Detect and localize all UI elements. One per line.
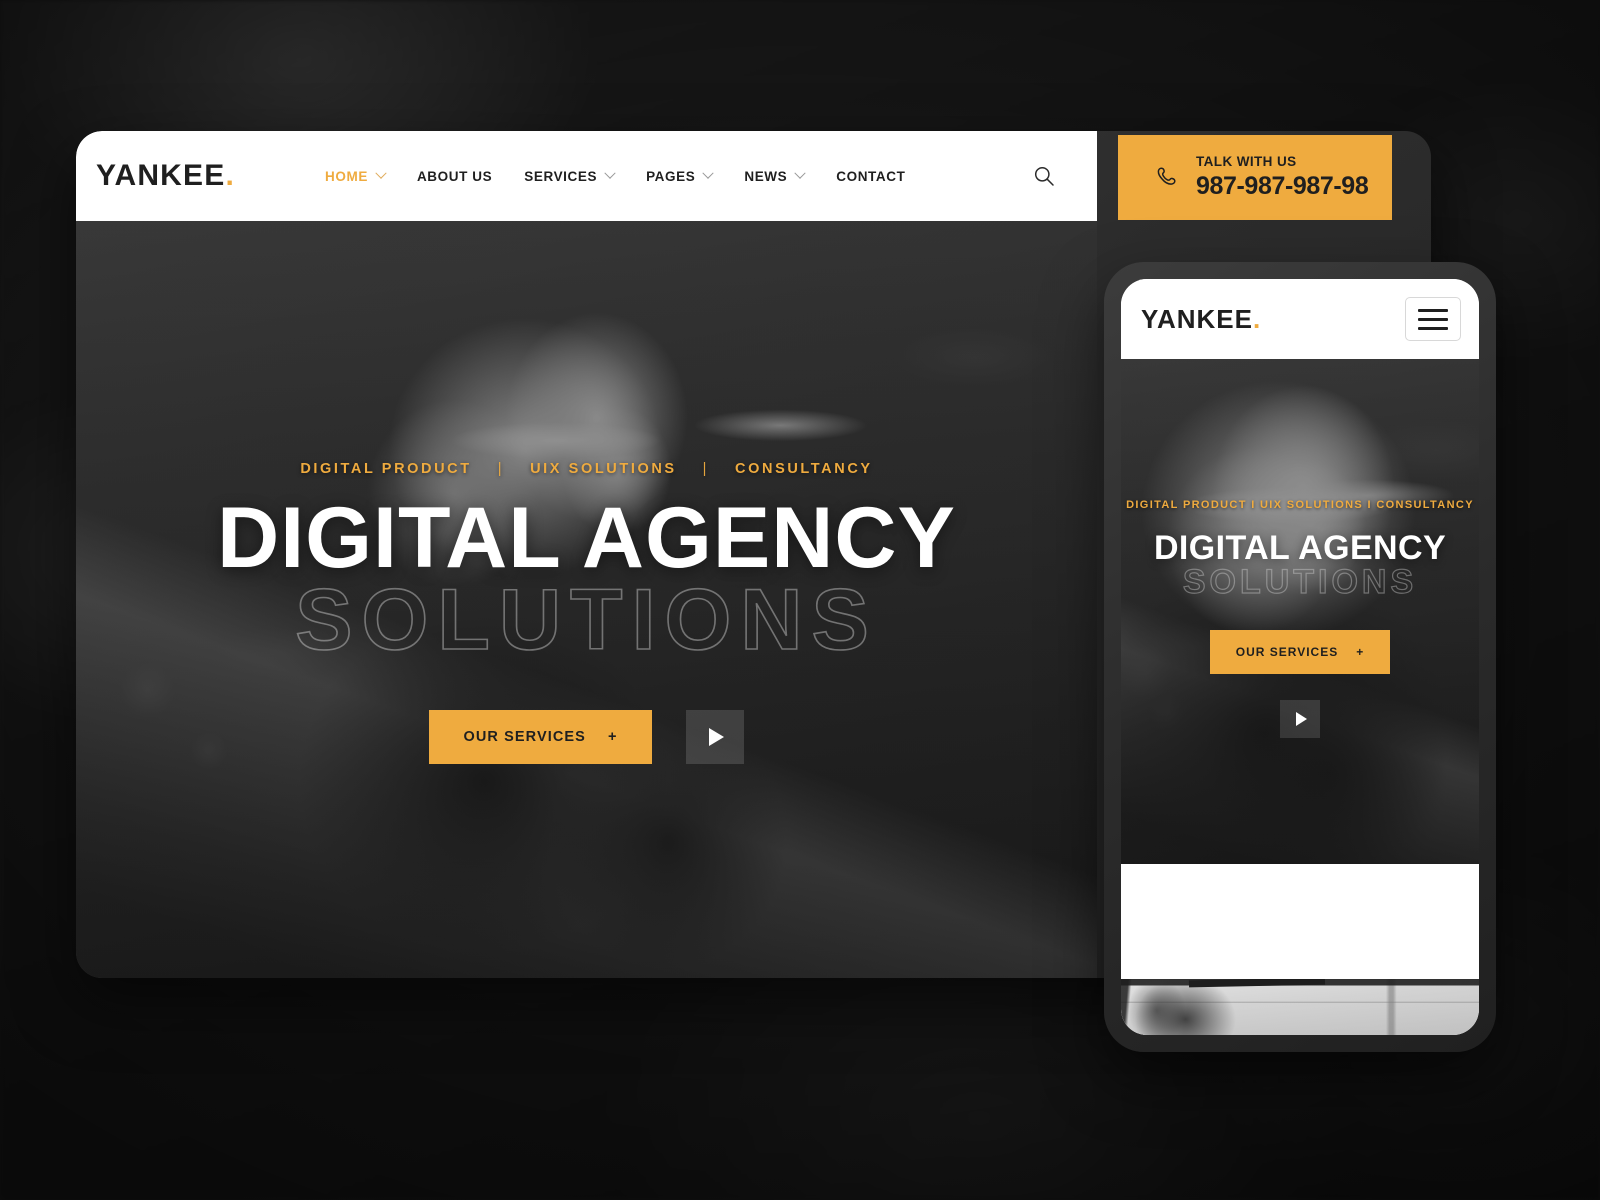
nav-item-services-label: SERVICES — [524, 168, 598, 184]
mobile-hero-eyebrow: DIGITAL PRODUCT I UIX SOLUTIONS I CONSUL… — [1126, 499, 1474, 511]
mobile-hero-content: DIGITAL PRODUCT I UIX SOLUTIONS I CONSUL… — [1121, 359, 1479, 864]
hero-content: DIGITAL PRODUCT | UIX SOLUTIONS | CONSUL… — [76, 221, 1097, 978]
mobile-navbar: YANKEE. — [1121, 279, 1479, 359]
desktop-screen: YANKEE. HOME ABOUT US SERVICES PAGES NEW… — [76, 131, 1097, 978]
talk-with-us-label: TALK WITH US — [1196, 153, 1297, 169]
hero-headline: DIGITAL AGENCY — [217, 490, 956, 586]
hero-eyebrow: DIGITAL PRODUCT | UIX SOLUTIONS | CONSUL… — [300, 461, 872, 477]
mobile-play-video-button[interactable] — [1280, 700, 1320, 739]
chevron-down-icon — [794, 167, 806, 179]
desktop-hero-section: DIGITAL PRODUCT | UIX SOLUTIONS | CONSUL… — [76, 221, 1097, 978]
mobile-our-services-button-label: OUR SERVICES — [1235, 645, 1339, 660]
mobile-brand-logo-dot: . — [1252, 304, 1262, 334]
mobile-screen: YANKEE. DIGITAL PRODUCT I UIX SOLUTIONS … — [1121, 279, 1479, 1035]
nav-item-services[interactable]: SERVICES — [508, 167, 630, 184]
our-services-button-label: OUR SERVICES — [463, 729, 586, 746]
phone-number: 987-987-987-98 — [1196, 172, 1369, 200]
nav-item-home[interactable]: HOME — [309, 167, 401, 184]
hero-eyebrow-item-2: UIX SOLUTIONS — [530, 461, 677, 477]
hero-cta-row: OUR SERVICES + — [429, 710, 744, 765]
brand-logo-dot: . — [225, 159, 236, 192]
hamburger-line — [1418, 317, 1448, 321]
desktop-nav-menu: HOME ABOUT US SERVICES PAGES NEWS CONTAC… — [309, 167, 921, 184]
mobile-hero-section: DIGITAL PRODUCT I UIX SOLUTIONS I CONSUL… — [1121, 359, 1479, 864]
plus-icon: + — [1356, 645, 1365, 660]
talk-with-us-text-block: TALK WITH US 987-987-987-98 — [1196, 153, 1369, 201]
nav-item-about-us[interactable]: ABOUT US — [401, 169, 508, 184]
play-icon — [708, 728, 724, 747]
mobile-photo-strip — [1121, 979, 1479, 1035]
brand-logo-text: YANKEE — [96, 159, 226, 192]
hero-eyebrow-separator: | — [702, 461, 710, 477]
mobile-hero-headline: DIGITAL AGENCY — [1153, 529, 1447, 567]
hero-headline-outline: SOLUTIONS — [294, 571, 878, 668]
brand-logo[interactable]: YANKEE. — [96, 161, 235, 191]
nav-item-pages[interactable]: PAGES — [630, 167, 728, 184]
nav-item-pages-label: PAGES — [646, 168, 696, 184]
hamburger-line — [1418, 326, 1448, 330]
chevron-down-icon — [604, 167, 616, 179]
nav-item-contact[interactable]: CONTACT — [820, 169, 921, 184]
play-icon — [1295, 712, 1307, 727]
hero-eyebrow-item-3: CONSULTANCY — [735, 461, 873, 477]
hero-eyebrow-item-1: DIGITAL PRODUCT — [300, 461, 472, 477]
nav-item-home-label: HOME — [325, 168, 368, 184]
talk-with-us-badge[interactable]: TALK WITH US 987-987-987-98 — [1118, 135, 1392, 220]
page-stage: YANKEE. HOME ABOUT US SERVICES PAGES NEW… — [0, 0, 1600, 1200]
desktop-navbar: YANKEE. HOME ABOUT US SERVICES PAGES NEW… — [76, 131, 1097, 221]
mobile-mockup-frame: YANKEE. DIGITAL PRODUCT I UIX SOLUTIONS … — [1104, 262, 1496, 1052]
nav-item-about-us-label: ABOUT US — [416, 168, 493, 184]
nav-item-contact-label: CONTACT — [836, 168, 906, 184]
nav-item-news-label: NEWS — [744, 168, 788, 184]
mobile-hero-headline-outline: SOLUTIONS — [1182, 562, 1418, 601]
mobile-strip-image — [1121, 979, 1479, 1035]
mobile-content-section — [1121, 864, 1479, 979]
mobile-our-services-button[interactable]: OUR SERVICES + — [1209, 630, 1391, 675]
plus-icon: + — [607, 729, 618, 746]
phone-icon — [1157, 166, 1176, 185]
search-icon[interactable] — [1033, 165, 1055, 187]
hamburger-menu-icon[interactable] — [1405, 297, 1461, 341]
play-video-button[interactable] — [685, 710, 744, 765]
chevron-down-icon — [375, 167, 387, 179]
chevron-down-icon — [702, 167, 715, 179]
mobile-brand-logo[interactable]: YANKEE. — [1141, 306, 1261, 332]
hero-eyebrow-separator: | — [497, 461, 505, 477]
our-services-button[interactable]: OUR SERVICES + — [429, 710, 652, 765]
nav-item-news[interactable]: NEWS — [728, 167, 820, 184]
hamburger-line — [1418, 308, 1448, 312]
mobile-brand-logo-text: YANKEE — [1141, 304, 1253, 334]
